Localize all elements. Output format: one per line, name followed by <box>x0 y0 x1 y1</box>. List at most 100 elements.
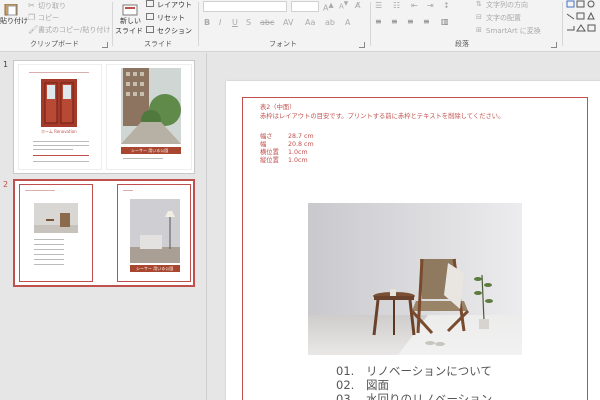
cut-icon: ✂ <box>28 1 35 10</box>
char-spacing-icon[interactable]: AV <box>283 18 293 27</box>
spec-row: 縦位置 1.0cm <box>260 157 308 164</box>
street-building-image <box>121 68 181 144</box>
text-direction-button[interactable]: 文字列の方向 <box>486 0 528 10</box>
font-size-dropdown[interactable] <box>291 1 319 12</box>
thumb-text-line <box>33 149 73 150</box>
format-painter-button[interactable]: 書式のコピー/貼り付け <box>38 25 110 35</box>
thumb-text-line <box>34 244 64 245</box>
current-slide[interactable]: 表2（中面） 赤枠はレイアウトの目安です。プリントする前に赤枠とテキストを削除し… <box>226 81 600 400</box>
font-group: A▲ A▼ A̸ B I U S abc AV Aa ab A フォント <box>199 0 369 52</box>
columns-icon[interactable]: ▥ <box>441 17 449 26</box>
font-group-label: フォント <box>269 40 297 48</box>
justify-icon[interactable]: ≡ <box>423 17 430 26</box>
thumb-page-left <box>19 184 93 282</box>
paste-icon[interactable] <box>2 1 20 16</box>
chair-thumb-image <box>34 203 78 233</box>
paragraph-group-label: 段落 <box>455 40 469 48</box>
slide-editor: 表2（中面） 赤枠はレイアウトの目安です。プリントする前に赤枠とテキストを削除し… <box>208 53 600 400</box>
thumb-page-right: シーサー 用いる公園 <box>106 64 192 170</box>
cut-button[interactable]: 切り取り <box>38 1 66 11</box>
font-name-dropdown[interactable] <box>203 1 287 12</box>
smartart-button[interactable]: SmartArt に変換 <box>486 26 541 36</box>
layout-button[interactable]: レイアウト <box>157 0 192 10</box>
increase-indent-icon[interactable]: ⇥ <box>427 1 434 10</box>
thumb-page-left: ホーム Renovation <box>18 64 102 170</box>
strikethrough-icon[interactable]: abc <box>260 18 274 27</box>
clipboard-group-label: クリップボード <box>30 40 79 48</box>
layout-icon <box>146 0 154 7</box>
drawing-group <box>564 0 600 52</box>
slide-number-selected: 2 <box>3 180 9 189</box>
ribbon: 貼り付け ✂ 切り取り ❐ コピー 🖌 書式のコピー/貼り付け クリップボード … <box>0 0 600 52</box>
paragraph-launcher-icon[interactable] <box>551 42 557 48</box>
thumb-title: ホーム Renovation <box>41 129 77 134</box>
copy-icon: ❐ <box>28 13 36 22</box>
thumb-text-line <box>29 72 89 73</box>
slide-thumbnail-1[interactable]: ホーム Renovation シーサー 用いる公園 <box>13 60 195 174</box>
thumb-text-line <box>34 249 64 250</box>
slide-thumbnail-2[interactable]: シーサー 用いる公園 <box>13 179 195 287</box>
chair-photo[interactable] <box>308 203 522 355</box>
note-text: 赤枠はレイアウトの目安です。プリントする前に赤枠とテキストを削除してください。 <box>260 112 505 120</box>
case-icon[interactable]: Aa <box>305 18 315 27</box>
reset-button[interactable]: リセット <box>157 13 185 23</box>
paste-button[interactable]: 貼り付け <box>0 16 28 26</box>
clipboard-launcher-icon[interactable] <box>102 42 108 48</box>
copy-button[interactable]: コピー <box>38 13 59 23</box>
shapes-gallery-icon[interactable] <box>564 0 600 40</box>
thumb-caption-bar: シーサー 用いる公園 <box>121 147 181 154</box>
slide-number: 1 <box>3 60 9 69</box>
bold-icon[interactable]: B <box>204 18 210 27</box>
highlight-icon[interactable]: ab <box>325 18 335 27</box>
smartart-icon: ⊞ <box>476 26 482 34</box>
decrease-indent-icon[interactable]: ⇤ <box>411 1 418 10</box>
format-painter-icon: 🖌 <box>28 25 39 34</box>
red-door-image <box>41 79 77 127</box>
thumb-text-line <box>123 190 133 191</box>
new-slide-icon[interactable] <box>122 1 138 16</box>
slide-thumbnail-pane: 1 ホーム Renovation シーサー 用いる公園 2 シーサー 用いる公園 <box>0 53 207 400</box>
thumb-page-right: シーサー 用いる公園 <box>117 184 191 282</box>
thumb-text-line <box>34 264 64 265</box>
new-slide-label[interactable]: 新しい <box>120 16 141 26</box>
thumb-text-line <box>33 155 89 156</box>
align-text-button[interactable]: 文字の配置 <box>486 13 521 23</box>
font-color-icon[interactable]: A <box>345 18 350 27</box>
thumb-text-line <box>34 259 64 260</box>
font-launcher-icon[interactable] <box>359 42 365 48</box>
slides-group: 新しい スライド レイアウト リセット セクション スライド <box>113 0 197 52</box>
thumb-text-line <box>33 145 89 146</box>
text-direction-icon: ⇅ <box>476 0 482 8</box>
clear-format-icon[interactable]: A̸ <box>355 1 360 10</box>
layout-note[interactable]: 表2（中面） 赤枠はレイアウトの目安です。プリントする前に赤枠とテキストを削除し… <box>260 104 504 121</box>
thumb-text-line <box>25 190 55 191</box>
thumb-caption-bar: シーサー 用いる公園 <box>130 265 180 272</box>
grow-font-icon[interactable]: A▲ <box>323 1 334 13</box>
note-title: 表2（中面） <box>260 104 296 111</box>
italic-icon[interactable]: I <box>219 18 221 27</box>
toc-item[interactable]: 03. 水回りのリノベーション <box>336 391 492 400</box>
thumb-text-line <box>33 161 89 162</box>
numbering-icon[interactable]: ☷ <box>393 1 400 10</box>
thumb-caption: シーサー 用いる公園 <box>131 148 169 153</box>
shrink-font-icon[interactable]: A▼ <box>339 1 348 10</box>
align-text-icon: ⊟ <box>476 13 482 21</box>
thumb-text-line <box>123 158 163 159</box>
thumb-text-line <box>34 254 64 255</box>
new-slide-button[interactable]: スライド <box>115 26 143 36</box>
section-button[interactable]: セクション <box>157 26 192 36</box>
align-center-icon[interactable]: ≡ <box>391 17 398 26</box>
align-left-icon[interactable]: ≡ <box>375 17 382 26</box>
ribbon-divider <box>562 2 563 46</box>
thumb-caption: シーサー 用いる公園 <box>136 266 174 271</box>
clipboard-group: 貼り付け ✂ 切り取り ❐ コピー 🖌 書式のコピー/貼り付け クリップボード <box>0 0 112 52</box>
section-icon <box>146 26 154 33</box>
line-spacing-icon[interactable]: ↕ <box>443 1 450 10</box>
thumb-text-line <box>33 141 89 142</box>
shadow-icon[interactable]: S <box>246 18 251 27</box>
thumb-text-line <box>34 239 64 240</box>
paragraph-group: ☰ ☷ ⇤ ⇥ ↕ ≡ ≡ ≡ ≡ ▥ ⇅ 文字列の方向 ⊟ 文字の配置 ⊞ S… <box>371 0 561 52</box>
align-right-icon[interactable]: ≡ <box>407 17 414 26</box>
underline-icon[interactable]: U <box>232 18 238 27</box>
bullets-icon[interactable]: ☰ <box>375 1 382 10</box>
